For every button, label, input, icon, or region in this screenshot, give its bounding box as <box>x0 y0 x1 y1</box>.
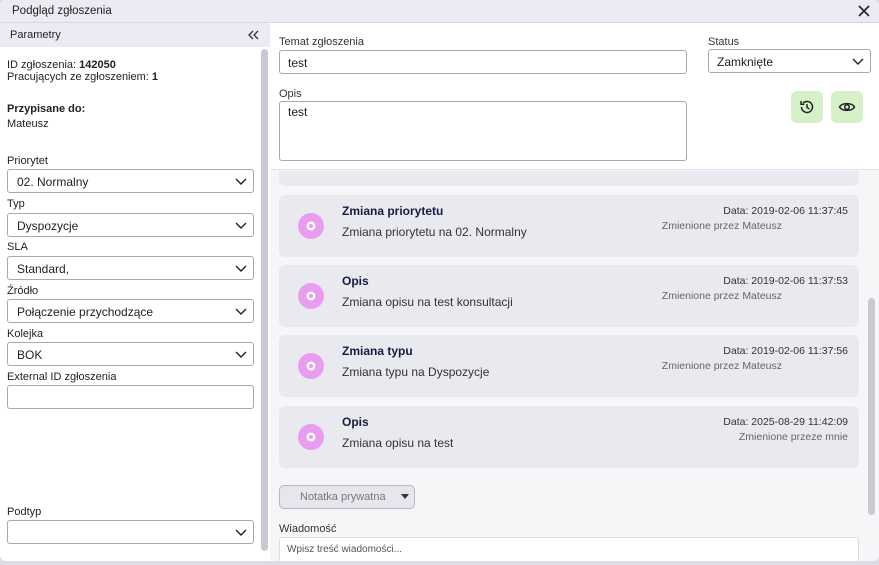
history-icon <box>800 100 814 114</box>
parameters-title: Parametry <box>10 29 61 41</box>
ticket-header-form: Temat zgłoszenia test Status Zamknięte O… <box>270 23 879 170</box>
working-line: Pracujących ze zgłoszeniem: 1 <box>7 71 159 83</box>
eye-icon <box>838 102 856 112</box>
card-description: Zmiana opisu na test konsultacji <box>342 295 513 309</box>
external-id-label: External ID zgłoszenia <box>7 371 117 383</box>
subject-input[interactable]: test <box>279 50 687 74</box>
avatar <box>298 283 324 309</box>
collapse-icon[interactable] <box>246 27 260 43</box>
card-date: Data: 2025-08-29 11:42:09 <box>723 416 848 428</box>
working-count: 1 <box>151 71 159 83</box>
chevron-down-icon <box>235 308 247 315</box>
history-feed: Zmiana priorytetu Zmiana priorytetu na 0… <box>270 171 879 471</box>
card-description: Zmiana priorytetu na 02. Normalny <box>342 225 527 239</box>
gear-icon <box>306 432 316 442</box>
card-author: Zmienione przez Mateusz <box>661 220 782 232</box>
parameters-header: Parametry <box>0 23 270 47</box>
history-card: Opis Zmiana opisu na test Data: 2025-08-… <box>279 406 859 468</box>
ticket-preview-window: Podgląd zgłoszenia Parametry ID zgłoszen… <box>0 0 879 561</box>
history-card-partial <box>279 171 859 186</box>
subject-label: Temat zgłoszenia <box>279 36 364 48</box>
window-title: Podgląd zgłoszenia <box>12 5 112 17</box>
source-select[interactable]: Połączenie przychodzące <box>7 299 254 323</box>
gear-icon <box>306 361 316 371</box>
sla-select[interactable]: Standard, <box>7 256 254 280</box>
message-label: Wiadomość <box>279 523 337 535</box>
card-description: Zmiana opisu na test <box>342 436 454 450</box>
preview-button[interactable] <box>831 91 863 123</box>
avatar <box>298 424 324 450</box>
ticket-details-panel: Temat zgłoszenia test Status Zamknięte O… <box>270 23 879 561</box>
assigned-value: Mateusz <box>7 118 49 130</box>
card-title: Opis <box>342 274 369 288</box>
external-id-input[interactable] <box>7 385 254 409</box>
history-button[interactable] <box>791 91 823 123</box>
type-label: Typ <box>7 198 25 210</box>
gear-icon <box>306 291 316 301</box>
description-textarea[interactable]: test <box>279 101 687 161</box>
status-select[interactable]: Zamknięte <box>708 49 871 73</box>
ticket-id: 142050 <box>79 59 116 71</box>
card-title: Zmiana priorytetu <box>342 204 444 218</box>
card-description: Zmiana typu na Dyspozycje <box>342 365 490 379</box>
card-author: Zmienione przez Mateusz <box>661 360 782 372</box>
card-title: Opis <box>342 415 369 429</box>
card-date: Data: 2019-02-06 11:37:45 <box>723 205 848 217</box>
gear-icon <box>306 221 316 231</box>
avatar <box>298 213 324 239</box>
description-label: Opis <box>279 88 302 100</box>
subtype-label: Podtyp <box>7 506 42 518</box>
chevron-down-icon <box>235 351 247 358</box>
message-input[interactable]: Wpisz treść wiadomości... <box>279 537 859 561</box>
history-card: Zmiana typu Zmiana typu na Dyspozycje Da… <box>279 335 859 397</box>
assigned-label: Przypisane do: <box>7 103 86 115</box>
chevron-down-icon <box>235 178 247 185</box>
card-date: Data: 2019-02-06 11:37:53 <box>723 275 848 287</box>
chevron-down-icon <box>235 222 247 229</box>
history-card: Zmiana priorytetu Zmiana priorytetu na 0… <box>279 195 859 257</box>
sla-label: SLA <box>7 241 28 253</box>
chevron-down-icon <box>852 58 864 65</box>
type-select[interactable]: Dyspozycje <box>7 213 254 237</box>
queue-label: Kolejka <box>7 328 44 340</box>
card-author: Zmienione przez Mateusz <box>661 290 782 302</box>
ticket-id-line: ID zgłoszenia: 142050 <box>7 59 116 71</box>
caret-down-icon <box>401 494 409 499</box>
private-note-button[interactable]: Notatka prywatna <box>279 485 415 509</box>
priority-label: Priorytet <box>7 155 48 167</box>
card-title: Zmiana typu <box>342 344 413 358</box>
card-author: Zmienione przeze mnie <box>738 431 848 443</box>
title-bar: Podgląd zgłoszenia <box>0 0 879 23</box>
left-scrollbar[interactable] <box>261 49 268 551</box>
parameters-panel: Parametry ID zgłoszenia: 142050 Pracując… <box>0 23 270 561</box>
source-label: Źródło <box>7 285 39 297</box>
subtype-select[interactable] <box>7 520 254 544</box>
priority-select[interactable]: 02. Normalny <box>7 169 254 193</box>
right-scrollbar[interactable] <box>868 298 875 515</box>
status-label: Status <box>708 36 740 48</box>
chevron-down-icon <box>235 265 247 272</box>
chevron-down-icon <box>235 529 247 536</box>
card-date: Data: 2019-02-06 11:37:56 <box>723 345 848 357</box>
queue-select[interactable]: BOK <box>7 342 254 366</box>
history-card: Opis Zmiana opisu na test konsultacji Da… <box>279 265 859 327</box>
avatar <box>298 353 324 379</box>
close-icon[interactable] <box>855 2 873 20</box>
